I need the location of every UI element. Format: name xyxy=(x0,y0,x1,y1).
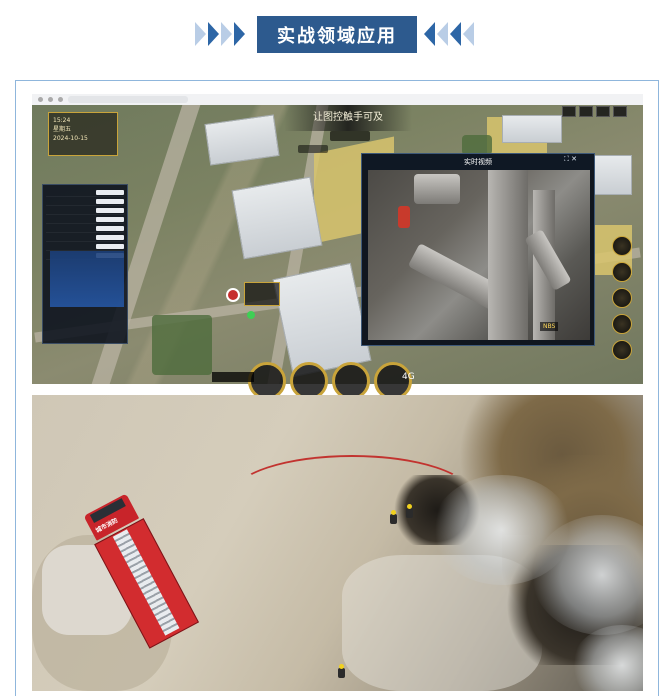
forward-icon xyxy=(48,97,53,102)
section-header: 实战领域应用 xyxy=(0,0,669,72)
signal-label: 4G xyxy=(402,372,415,382)
fullscreen-icon[interactable] xyxy=(579,106,593,117)
banner-toolbar[interactable] xyxy=(330,131,370,141)
date-text: 2024-10-15 xyxy=(53,135,88,142)
live-video-panel: 实时视频 xyxy=(361,153,595,346)
hud-status-strip xyxy=(212,372,254,382)
layer-icon[interactable] xyxy=(562,106,576,117)
firefighter xyxy=(406,504,413,518)
reload-icon xyxy=(58,97,63,102)
left-chevron-decoration xyxy=(195,22,245,48)
map-banner-title: 让图控触手可及 xyxy=(284,105,412,131)
firefighter xyxy=(390,510,397,524)
video-panel-title: 实时视频 xyxy=(362,154,594,170)
right-action-button-3[interactable] xyxy=(612,288,632,308)
time-text: 15:24 xyxy=(53,117,71,124)
banner-button[interactable] xyxy=(298,145,328,153)
settings-icon[interactable] xyxy=(596,106,610,117)
weekday-text: 星期五 xyxy=(53,126,72,133)
fire-location-marker[interactable] xyxy=(226,288,240,302)
marker-info-label xyxy=(244,282,280,306)
close-icon[interactable] xyxy=(613,106,627,117)
browser-toolbar xyxy=(32,94,643,105)
live-video-feed xyxy=(368,170,590,340)
video-controls[interactable]: ⛶ ✕ xyxy=(564,155,577,164)
address-bar xyxy=(68,96,188,103)
drone-position-dot xyxy=(247,311,255,319)
panel-map-inset xyxy=(50,251,124,307)
back-icon xyxy=(38,97,43,102)
right-action-button-1[interactable] xyxy=(612,236,632,256)
firefighter xyxy=(338,664,345,678)
video-tag: NBS xyxy=(540,322,559,331)
map-toolbar xyxy=(562,106,627,117)
right-chevron-decoration xyxy=(424,22,474,48)
right-action-button-4[interactable] xyxy=(612,314,632,334)
section-title: 实战领域应用 xyxy=(257,16,417,53)
right-action-button-2[interactable] xyxy=(612,262,632,282)
time-info-card: 15:24 星期五 2024-10-15 xyxy=(48,112,118,156)
right-action-button-5[interactable] xyxy=(612,340,632,360)
